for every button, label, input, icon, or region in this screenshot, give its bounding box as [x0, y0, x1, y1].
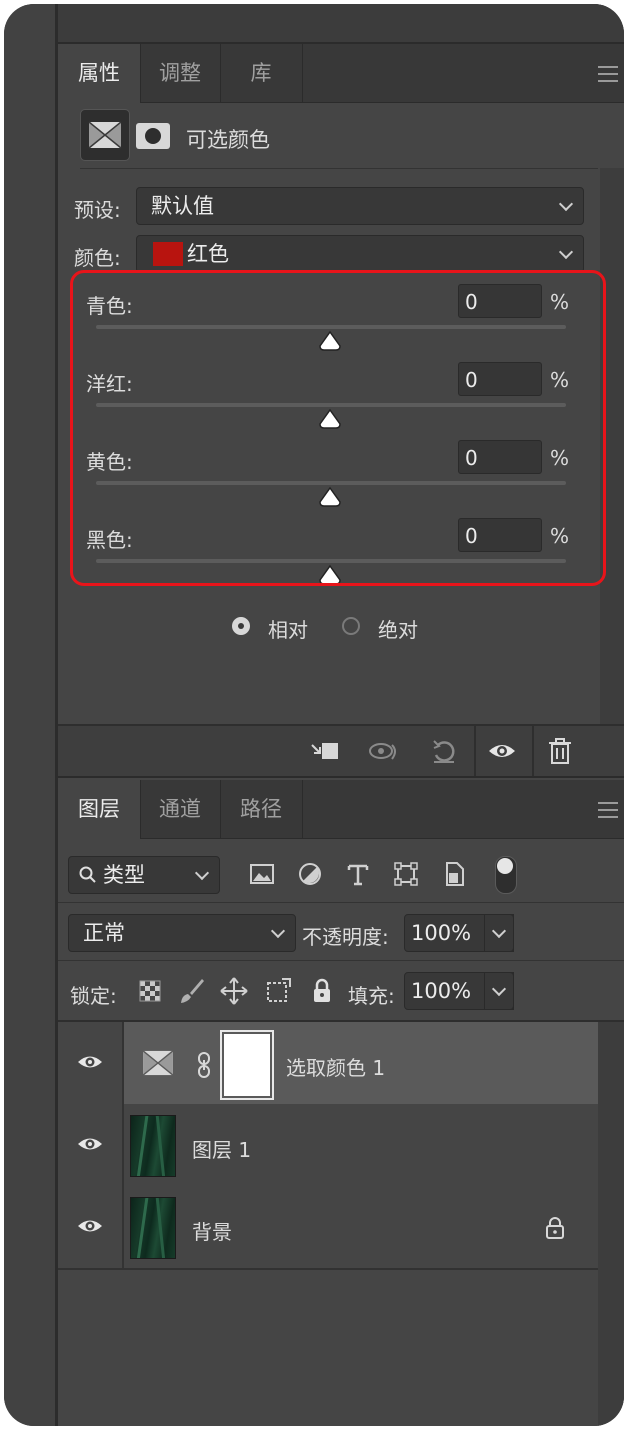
fill-value: 100%: [411, 979, 472, 1003]
preset-value: 默认值: [151, 194, 214, 218]
divider: [58, 902, 624, 903]
selective-color-icon: [142, 1050, 174, 1076]
layer-thumbnail: [130, 1115, 176, 1177]
layer-row-background[interactable]: 背景: [58, 1186, 598, 1270]
chevron-down-icon: [491, 981, 507, 997]
layer-row-selective-color[interactable]: 选取颜色 1: [58, 1022, 598, 1106]
absolute-radio[interactable]: [342, 617, 360, 635]
divider: [80, 168, 598, 169]
type-filter-icon[interactable]: [342, 858, 374, 890]
divider: [474, 726, 476, 776]
adjustment-filter-icon[interactable]: [294, 858, 326, 890]
brush-icon[interactable]: [176, 975, 208, 1007]
left-dock-strip: [4, 4, 58, 1426]
view-previous-icon[interactable]: [368, 735, 400, 767]
right-panel-column: 属性 调整 库 可选颜色 预设: 默认值 颜色: 红色 青色: 0 % 洋红: …: [58, 4, 624, 1426]
mask-icon[interactable]: [136, 123, 170, 149]
eye-icon[interactable]: [76, 1052, 104, 1072]
app-window: 属性 调整 库 可选颜色 预设: 默认值 颜色: 红色 青色: 0 % 洋红: …: [4, 4, 624, 1426]
tab-adjustments[interactable]: 调整: [140, 44, 221, 102]
eye-column: [58, 1104, 124, 1186]
layers-scrollbar[interactable]: [598, 1022, 624, 1426]
selective-color-icon: [88, 121, 122, 149]
panel-menu-icon[interactable]: [598, 66, 618, 82]
adjustment-icon-button[interactable]: [80, 109, 130, 161]
layer-name: 背景: [192, 1220, 232, 1244]
panel-menu-icon[interactable]: [598, 802, 618, 818]
tab-properties[interactable]: 属性: [58, 44, 141, 103]
filter-toggle[interactable]: [495, 856, 517, 894]
artboard-lock-icon[interactable]: [262, 975, 294, 1007]
shape-filter-icon[interactable]: [390, 858, 422, 890]
chevron-down-icon: [194, 865, 210, 881]
color-value: 红色: [187, 242, 229, 266]
properties-footer: [58, 724, 624, 778]
chevron-down-icon: [558, 244, 574, 260]
tab-paths[interactable]: 路径: [220, 780, 303, 838]
layer-filter-dropdown[interactable]: 类型: [68, 856, 220, 894]
visibility-icon[interactable]: [486, 735, 518, 767]
layer-row-layer1[interactable]: 图层 1: [58, 1104, 598, 1188]
tab-channels[interactable]: 通道: [140, 780, 221, 838]
layer-mask-thumbnail[interactable]: [220, 1030, 274, 1100]
properties-tab-bar: 属性 调整 库: [58, 44, 624, 103]
relative-radio[interactable]: [232, 617, 250, 635]
pixel-filter-icon[interactable]: [246, 858, 278, 890]
opacity-label: 不透明度:: [302, 925, 389, 949]
relative-label: 相对: [268, 618, 308, 642]
divider: [58, 960, 624, 961]
layer-name: 选取颜色 1: [286, 1056, 386, 1080]
clip-to-layer-icon[interactable]: [308, 735, 340, 767]
adjustment-title: 可选颜色: [186, 128, 270, 152]
layer-name: 图层 1: [192, 1138, 252, 1162]
smart-object-filter-icon[interactable]: [438, 858, 470, 890]
layer-thumbnail: [130, 1197, 176, 1259]
blend-mode-dropdown[interactable]: 正常: [68, 914, 296, 952]
lock-transparent-icon[interactable]: [134, 975, 166, 1007]
color-dropdown[interactable]: 红色: [136, 235, 584, 273]
color-swatch: [153, 242, 183, 266]
tab-libraries[interactable]: 库: [220, 44, 303, 102]
opacity-value: 100%: [411, 921, 472, 945]
fill-label: 填充:: [348, 984, 395, 1008]
filter-value: 类型: [103, 863, 145, 887]
preset-dropdown[interactable]: 默认值: [136, 187, 584, 225]
lock-label: 锁定:: [70, 984, 117, 1008]
fill-dropdown-button[interactable]: [484, 972, 514, 1010]
highlight-box: [70, 270, 606, 586]
blend-mode-value: 正常: [83, 921, 125, 945]
color-label: 颜色:: [74, 246, 121, 270]
preset-label: 预设:: [74, 198, 121, 222]
chevron-down-icon: [491, 923, 507, 939]
reset-icon[interactable]: [428, 735, 460, 767]
eye-column: [58, 1022, 124, 1104]
search-icon: [79, 866, 96, 883]
eye-column: [58, 1186, 124, 1268]
link-icon[interactable]: [196, 1052, 212, 1078]
trash-icon[interactable]: [544, 735, 576, 767]
lock-icon[interactable]: [544, 1216, 566, 1240]
tab-layers[interactable]: 图层: [58, 780, 141, 839]
lock-all-icon[interactable]: [306, 975, 338, 1007]
eye-icon[interactable]: [76, 1216, 104, 1236]
move-icon[interactable]: [218, 975, 250, 1007]
eye-icon[interactable]: [76, 1134, 104, 1154]
layers-tab-bar: 图层 通道 路径: [58, 780, 624, 839]
absolute-label: 绝对: [378, 618, 418, 642]
chevron-down-icon: [270, 923, 286, 939]
collapsed-panel-top: [58, 4, 624, 44]
divider: [532, 726, 534, 776]
opacity-dropdown-button[interactable]: [484, 914, 514, 952]
chevron-down-icon: [558, 196, 574, 212]
